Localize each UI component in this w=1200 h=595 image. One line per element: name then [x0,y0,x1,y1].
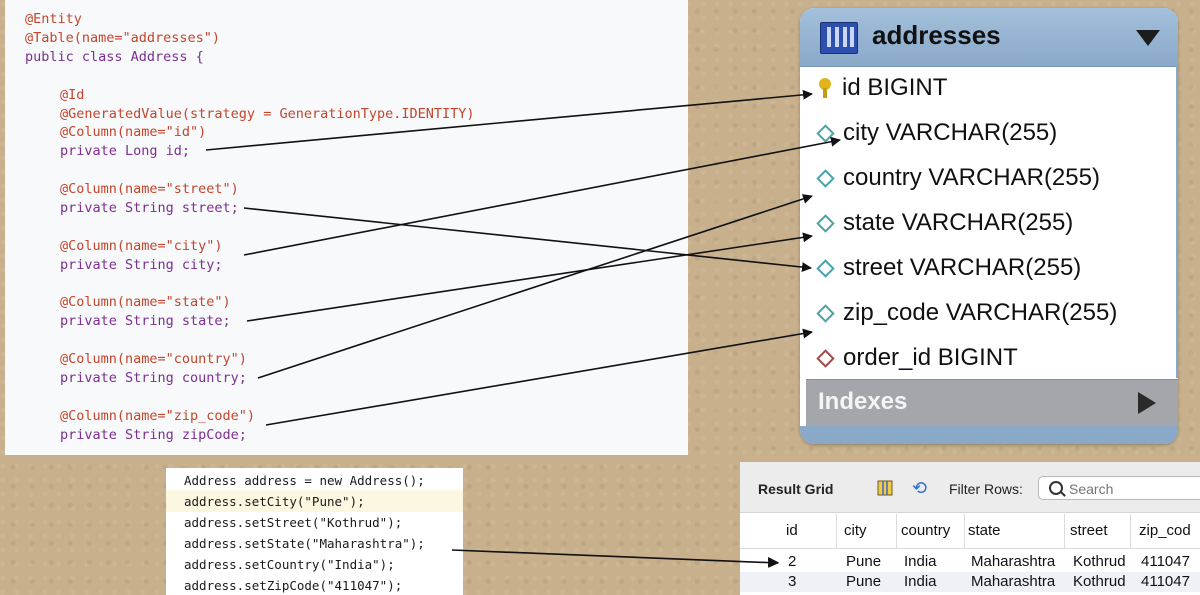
column-separator [964,514,965,548]
grid-header-street[interactable]: street [1070,522,1108,539]
column-diamond-icon [816,168,835,188]
code-line: @GeneratedValue(strategy = GenerationTyp… [60,106,475,122]
foreign-key-diamond-icon [816,348,835,368]
code-line: @Column(name="id") [60,124,207,140]
usage-snippet-panel: Address address = new Address(); address… [166,468,463,595]
code-line: public class Address { [25,49,204,65]
code-line: @Column(name="street") [60,181,239,197]
column-diamond-icon [816,123,835,143]
code-line-zipcode-field: private String zipCode; [60,427,247,443]
erd-indexes-section[interactable]: Indexes [806,379,1178,426]
erd-column-city[interactable]: city VARCHAR(255) [816,113,1057,153]
grid-cell[interactable]: 411047 [1141,553,1190,570]
grid-cell[interactable]: Kothrud [1073,553,1126,570]
grid-cell[interactable]: Kothrud [1073,573,1126,590]
expand-arrow-icon[interactable] [1138,392,1156,414]
erd-column-street[interactable]: street VARCHAR(255) [816,248,1081,288]
result-grid: Result Grid ⟲ Filter Rows: id city count… [740,462,1200,595]
code-line: @Table(name="addresses") [25,30,221,46]
erd-table-title: addresses [872,20,1001,50]
grid-cell[interactable]: 2 [788,553,796,570]
grid-header-zip-code[interactable]: zip_cod [1139,522,1191,539]
current-row-pointer-icon: ▶ [768,554,779,570]
grid-header-city[interactable]: city [844,522,867,539]
search-icon [1049,481,1063,495]
code-line: @Column(name="city") [60,238,223,254]
erd-table-footer [800,426,1178,444]
snippet-line: address.setZipCode("411047"); [184,578,403,593]
grid-cell[interactable]: Pune [846,573,881,590]
grid-cell[interactable]: India [904,573,937,590]
code-line-id-field: private Long id; [60,143,191,159]
code-line-street-field: private String street; [60,200,239,216]
code-line: @Entity [25,11,82,27]
grid-header-country[interactable]: country [901,522,950,539]
code-line: @Column(name="state") [60,294,231,310]
grid-cell[interactable]: Pune [846,553,881,570]
key-icon [816,78,834,98]
snippet-line: address.setCity("Pune"); [184,494,365,509]
grid-cell[interactable]: 411047 [1141,573,1190,590]
snippet-line: address.setState("Maharashtra"); [184,536,425,551]
result-grid-toolbar: Result Grid ⟲ Filter Rows: [740,462,1200,513]
grid-columns-icon[interactable] [877,480,893,496]
erd-table-header[interactable]: addresses [800,8,1178,67]
filter-rows-label: Filter Rows: [949,481,1023,497]
arrow-snippet-to-grid [451,549,779,568]
grid-cell[interactable]: Maharashtra [971,553,1055,570]
collapse-caret-icon[interactable] [1136,30,1160,46]
snippet-line: Address address = new Address(); [184,473,425,488]
column-separator [1130,514,1131,548]
refresh-icon[interactable]: ⟲ [912,478,927,499]
grid-cell[interactable]: India [904,553,937,570]
erd-table-addresses[interactable]: addresses id BIGINT city VARCHAR(255) co… [800,8,1178,444]
column-diamond-icon [816,258,835,278]
column-separator [896,514,897,548]
code-line-city-field: private String city; [60,257,223,273]
column-separator [836,514,837,548]
table-row[interactable] [740,550,1200,572]
table-icon [820,22,858,54]
code-line: @Id [60,87,85,103]
snippet-line: address.setCountry("India"); [184,557,395,572]
indexes-label: Indexes [818,388,908,415]
code-line-state-field: private String state; [60,313,231,329]
grid-header-id[interactable]: id [786,522,798,539]
code-line: @Column(name="zip_code") [60,408,256,424]
erd-column-state[interactable]: state VARCHAR(255) [816,203,1073,243]
search-box[interactable] [1038,476,1200,500]
snippet-line: address.setStreet("Kothrud"); [184,515,403,530]
result-grid-title: Result Grid [758,481,834,497]
grid-header-state[interactable]: state [968,522,1001,539]
erd-column-country[interactable]: country VARCHAR(255) [816,158,1100,198]
grid-cell[interactable]: Maharashtra [971,573,1055,590]
erd-column-id[interactable]: id BIGINT [816,68,947,108]
column-diamond-icon [816,213,835,233]
search-input[interactable] [1067,479,1200,499]
erd-column-zip-code[interactable]: zip_code VARCHAR(255) [816,293,1117,333]
entity-code-panel: @Entity @Table(name="addresses") public … [5,0,688,455]
column-separator [1064,514,1065,548]
column-diamond-icon [816,303,835,323]
code-line: @Column(name="country") [60,351,247,367]
table-row[interactable] [740,572,1200,592]
code-line-country-field: private String country; [60,370,247,386]
erd-column-order-id[interactable]: order_id BIGINT [816,338,1018,378]
header-divider [740,548,1200,549]
grid-cell[interactable]: 3 [788,573,796,590]
